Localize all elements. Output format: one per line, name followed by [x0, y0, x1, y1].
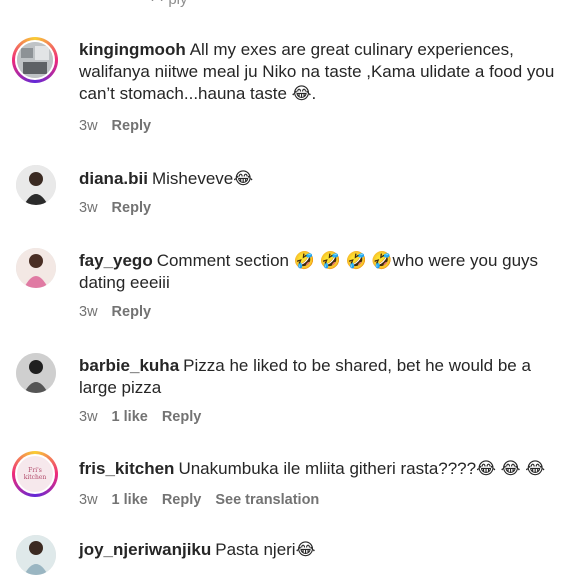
- comment-text: fay_yego Comment section 🤣 🤣 🤣 🤣who were …: [79, 250, 559, 294]
- reply-button[interactable]: Reply: [112, 118, 152, 134]
- comment-meta: 3w Reply: [79, 304, 151, 320]
- reply-button[interactable]: Reply: [162, 409, 202, 425]
- comment-meta: 3w Reply: [79, 200, 151, 216]
- avatar-photo-icon: [16, 535, 56, 575]
- avatar[interactable]: [16, 353, 56, 393]
- avatar[interactable]: Fri's kitchen: [12, 451, 58, 497]
- comment-username[interactable]: joy_njeriwanjiku: [79, 540, 211, 559]
- likes-count[interactable]: 1 like: [112, 492, 148, 508]
- comment-username[interactable]: barbie_kuha: [79, 356, 179, 375]
- comment-text: barbie_kuha Pizza he liked to be shared, …: [79, 355, 559, 399]
- comment-time[interactable]: 3w: [79, 492, 98, 508]
- comment-time[interactable]: 3w: [79, 200, 98, 216]
- comment-time[interactable]: 3w: [79, 409, 98, 425]
- avatar-photo-icon: [16, 353, 56, 393]
- reply-button[interactable]: Reply: [112, 304, 152, 320]
- avatar[interactable]: [16, 535, 56, 575]
- likes-count[interactable]: 1 like: [112, 409, 148, 425]
- avatar[interactable]: [16, 248, 56, 288]
- previous-comment-meta: · · ply: [150, 0, 188, 8]
- comment-body: Misheveve😂: [151, 169, 254, 188]
- avatar-photo-icon: [16, 248, 56, 288]
- comment-meta: 3w Reply: [79, 118, 151, 134]
- comment-username[interactable]: fris_kitchen: [79, 459, 174, 478]
- see-translation-button[interactable]: See translation: [215, 492, 319, 508]
- comment-username[interactable]: fay_yego: [79, 251, 153, 270]
- avatar[interactable]: [12, 37, 58, 83]
- reply-button[interactable]: Reply: [112, 200, 152, 216]
- avatar-logo-text: Fri's kitchen: [23, 467, 47, 481]
- reply-button[interactable]: Reply: [162, 492, 202, 508]
- comment-meta: 3w 1 like Reply See translation: [79, 492, 319, 508]
- avatar[interactable]: [16, 165, 56, 205]
- comment-text: fris_kitchen Unakumbuka ile mliita gither…: [79, 458, 559, 480]
- comment-time[interactable]: 3w: [79, 304, 98, 320]
- avatar-photo-icon: [17, 42, 53, 78]
- comment-meta: 3w 1 like Reply: [79, 409, 201, 425]
- comment-time[interactable]: 3w: [79, 118, 98, 134]
- avatar-photo-icon: [16, 165, 56, 205]
- comment-text: joy_njeriwanjiku Pasta njeri😂: [79, 539, 559, 561]
- comment-text: diana.bii Misheveve😂: [79, 168, 559, 190]
- comment-username[interactable]: kingingmooh: [79, 40, 186, 59]
- comment-username[interactable]: diana.bii: [79, 169, 148, 188]
- comment-text: kingingmooh All my exes are great culinar…: [79, 39, 559, 105]
- comment-body: Pasta njeri😂: [215, 540, 316, 559]
- comment-body: Unakumbuka ile mliita githeri rasta????😂…: [178, 459, 546, 478]
